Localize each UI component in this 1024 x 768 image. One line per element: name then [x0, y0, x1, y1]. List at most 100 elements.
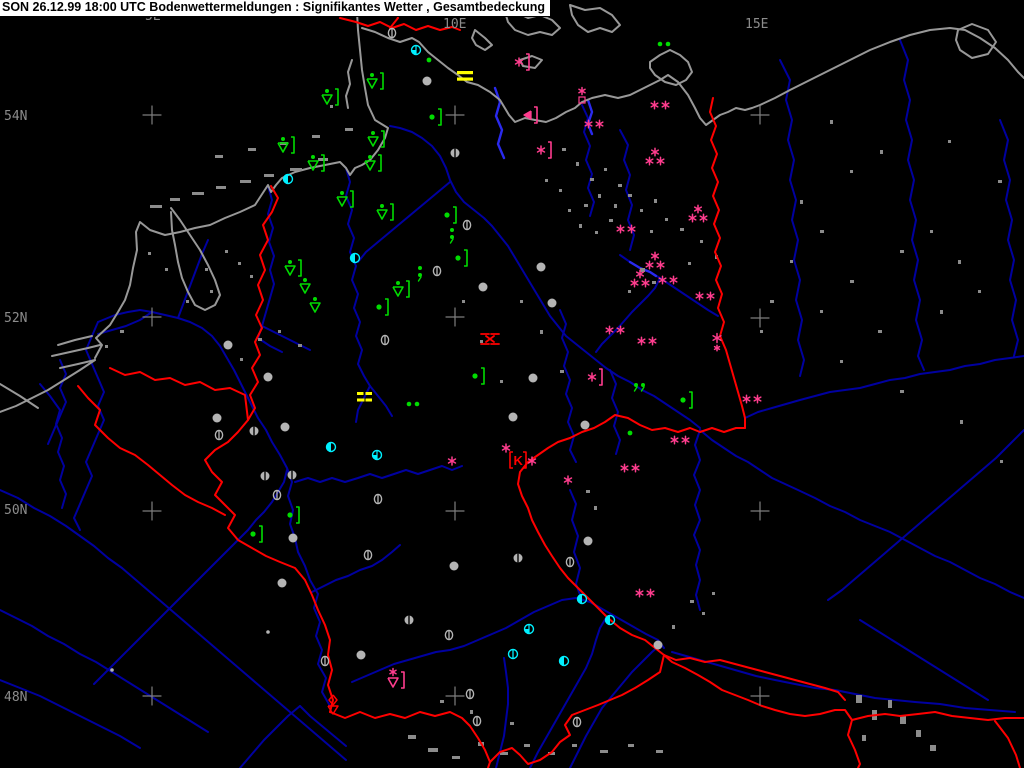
- terrain-speck: [916, 730, 921, 737]
- symbol-shape: [364, 160, 376, 171]
- terrain-speck: [192, 192, 204, 195]
- terrain-speck: [510, 722, 514, 725]
- terrain-speck: [576, 162, 579, 166]
- symbol-shape: [464, 249, 468, 267]
- snow-symbol: [616, 224, 636, 234]
- snow-symbol: [501, 443, 511, 453]
- terrain-speck: [440, 700, 444, 703]
- terrain-speck: [830, 120, 833, 124]
- river-line: [859, 619, 989, 701]
- terrain-speck: [586, 490, 590, 493]
- terrain-speck: [524, 744, 530, 747]
- rain-shower-symbol: [366, 72, 384, 90]
- symbol-shape: [449, 561, 459, 571]
- country-border: [994, 720, 1021, 768]
- symbol-shape: [288, 260, 292, 264]
- cloud-cover-symbol: [387, 27, 397, 39]
- cloud-cover-symbol: [572, 716, 582, 728]
- terrain-speck: [545, 179, 548, 182]
- coastline: [649, 49, 693, 86]
- cloud-cover-symbol: [450, 148, 460, 158]
- symbol-shape: [372, 455, 377, 460]
- snow-symbol: [695, 291, 715, 301]
- terrain-speck: [614, 204, 617, 208]
- symbol-shape: [250, 531, 256, 537]
- terrain-speck: [500, 380, 503, 383]
- symbol-shape: [325, 89, 329, 93]
- terrain-speck: [165, 268, 168, 271]
- snow-symbol: [587, 368, 603, 386]
- terrain-speck: [170, 198, 180, 201]
- river-line: [369, 385, 393, 417]
- symbol-shape: [287, 512, 293, 518]
- coastline: [0, 359, 96, 413]
- grid-cross: [750, 501, 770, 521]
- grid-cross: [142, 501, 162, 521]
- snow-symbol: [584, 119, 604, 129]
- symbol-shape: [212, 413, 222, 423]
- symbol-shape: [524, 629, 529, 634]
- terrain-speck: [428, 748, 438, 752]
- symbol-shape: [313, 297, 317, 301]
- symbol-shape: [634, 383, 638, 387]
- river-line: [39, 383, 67, 509]
- terrain-speck: [978, 290, 981, 293]
- terrain-speck: [520, 300, 523, 303]
- river-line: [744, 355, 1024, 419]
- snow-symbol: [563, 475, 573, 485]
- terrain-speck: [264, 174, 274, 177]
- terrain-speck: [688, 262, 691, 265]
- snow-symbol: [536, 141, 552, 159]
- grid-label: 10E: [443, 17, 466, 32]
- symbol-shape: [378, 154, 382, 172]
- terrain-speck: [940, 310, 943, 314]
- symbol-shape: [536, 262, 546, 272]
- rain-symbol: [444, 206, 457, 224]
- symbol-shape: [653, 640, 663, 650]
- symbol-shape: [335, 88, 339, 106]
- terrain-speck: [240, 180, 251, 183]
- river-line: [389, 125, 701, 429]
- snow-symbol: [637, 336, 657, 346]
- terrain-speck: [900, 250, 904, 253]
- symbol-shape: [548, 141, 552, 159]
- symbol-shape: [311, 155, 315, 159]
- terrain-speck: [318, 158, 328, 161]
- terrain-speck: [856, 695, 862, 703]
- cloud-cover-symbol: [547, 298, 557, 308]
- terrain-speck: [650, 230, 653, 233]
- terrain-speck: [215, 155, 223, 158]
- cloud-cover-symbol: [282, 173, 294, 185]
- terrain-speck: [948, 140, 951, 143]
- cloud-cover-symbol: [325, 441, 337, 453]
- terrain-speck: [930, 230, 933, 233]
- river-line: [779, 59, 805, 377]
- terrain-speck: [290, 168, 302, 171]
- snow-symbol: [645, 147, 665, 166]
- river-line: [97, 311, 153, 335]
- rain-symbol: [429, 108, 442, 126]
- symbol-shape: [365, 392, 372, 395]
- symbol-shape: [392, 286, 404, 297]
- terrain-speck: [238, 262, 241, 265]
- symbol-shape: [298, 259, 302, 277]
- terrain-speck: [408, 735, 416, 739]
- symbol-shape: [371, 131, 375, 135]
- cloud-cover-symbol: [558, 655, 570, 667]
- terrain-speck: [186, 300, 189, 303]
- river-line: [351, 597, 665, 683]
- weather-map-canvas: 5E10E15E54N52N50N48NK: [0, 0, 1024, 768]
- river-line: [239, 705, 301, 768]
- terrain-speck: [210, 290, 213, 293]
- terrain-speck: [672, 625, 675, 629]
- river-line: [0, 609, 209, 733]
- terrain-speck: [960, 420, 963, 424]
- rain-shower-symbol: [321, 88, 339, 106]
- cloud-cover-symbol: [576, 593, 588, 605]
- cloud-cover-symbol: [249, 426, 259, 436]
- symbol-shape: [365, 398, 372, 402]
- symbol-shape: [418, 266, 422, 270]
- symbol-shape: [657, 41, 663, 47]
- symbol-shape: [396, 281, 400, 285]
- cloud-cover-symbol: [653, 640, 663, 650]
